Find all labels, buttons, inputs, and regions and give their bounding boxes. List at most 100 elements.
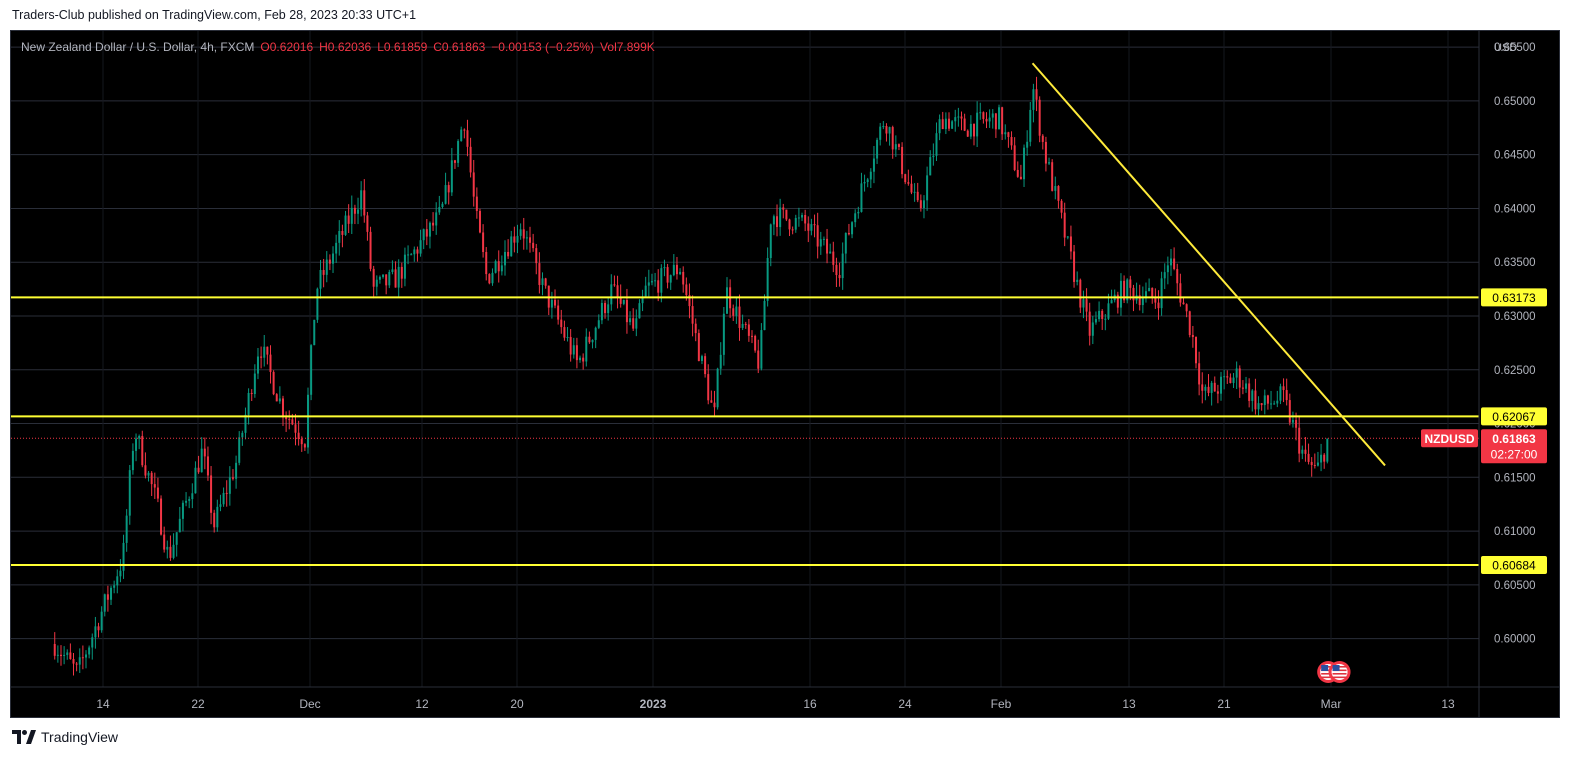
candle-body <box>794 217 797 230</box>
price-tick-label: 0.60000 <box>1494 634 1536 646</box>
candle-body <box>851 222 854 235</box>
candle-body <box>766 257 769 301</box>
candle-body <box>269 354 272 372</box>
event-markers[interactable] <box>1317 661 1351 683</box>
candle-body <box>638 303 641 319</box>
us-flag-icon[interactable] <box>1328 661 1351 683</box>
candle-body <box>838 275 841 279</box>
candle-body <box>557 305 560 320</box>
candle-body <box>710 400 713 403</box>
candle-body <box>1069 236 1072 252</box>
candle <box>1126 278 1129 304</box>
candle-body <box>1051 162 1054 191</box>
candle-body <box>679 271 682 275</box>
candle-body <box>625 299 628 323</box>
candle-body <box>1132 287 1135 301</box>
candle-body <box>503 251 506 266</box>
candle-body <box>1088 311 1091 336</box>
candle-body <box>1091 322 1094 336</box>
flag-stripe <box>1332 676 1347 679</box>
candle <box>307 387 310 454</box>
time-tick-label: 21 <box>1217 697 1231 711</box>
candle-body <box>944 118 947 130</box>
candle-body <box>525 237 528 239</box>
candle-body <box>241 432 244 438</box>
price-chart[interactable]: 0.655000.650000.645000.640000.635000.630… <box>11 31 1559 717</box>
candle-body <box>1257 403 1260 410</box>
candle-body <box>225 492 228 494</box>
candle-body <box>1295 419 1298 428</box>
candle-body <box>779 207 782 228</box>
candle-body <box>266 346 269 355</box>
candle-body <box>303 444 306 448</box>
candle <box>160 495 163 536</box>
candle-body <box>560 319 563 328</box>
countdown-label: 02:27:00 <box>1491 447 1538 461</box>
candle-body <box>432 222 435 226</box>
candle-body <box>632 318 635 329</box>
candle-body <box>216 506 219 528</box>
candle-body <box>616 285 619 297</box>
candle-body <box>435 212 438 226</box>
price-tick-label: 0.62500 <box>1494 365 1536 377</box>
candle-body <box>413 249 416 255</box>
candle-body <box>375 279 378 287</box>
candle-body <box>72 659 75 664</box>
candle-body <box>1044 141 1047 164</box>
candle-body <box>816 225 819 247</box>
candle-body <box>1191 334 1194 338</box>
candle-body <box>85 654 88 658</box>
candle-body <box>250 392 253 395</box>
candle-body <box>181 502 184 519</box>
candle-body <box>969 123 972 137</box>
candle <box>457 139 460 168</box>
candle-body <box>247 392 250 415</box>
candle-body <box>741 323 744 328</box>
candle-body <box>1141 298 1144 306</box>
candle-body <box>666 267 669 283</box>
candle-body <box>310 345 313 395</box>
candle-body <box>450 160 453 193</box>
candle-body <box>650 281 653 283</box>
candle-body <box>291 419 294 425</box>
candle-body <box>847 232 850 235</box>
candle-body <box>610 284 613 305</box>
candle-body <box>932 155 935 158</box>
candle-body <box>244 414 247 433</box>
chart-frame[interactable]: 0.65500 0.65000 0.64500 0.64000 0.63500 0.630… <box>10 30 1560 718</box>
candle-body <box>919 200 922 209</box>
candle-body <box>91 637 94 648</box>
candle-body <box>1082 299 1085 308</box>
symbol-legend[interactable]: New Zealand Dollar / U.S. Dollar, 4h, FX… <box>21 40 655 54</box>
candle-body <box>879 126 882 140</box>
candle-body <box>441 203 444 207</box>
candle-body <box>510 236 513 257</box>
candle-body <box>59 654 62 657</box>
candle-body <box>866 179 869 183</box>
candle-body <box>344 215 347 235</box>
candle-body <box>1026 141 1029 148</box>
candle-body <box>175 532 178 545</box>
candle-body <box>1238 368 1241 388</box>
candle-body <box>797 217 800 219</box>
flag-canton <box>1321 665 1329 671</box>
candle <box>488 273 491 285</box>
candle-body <box>832 251 835 265</box>
candle-body <box>985 118 988 122</box>
candle-body <box>500 265 503 272</box>
candle-body <box>935 133 938 156</box>
legend-volume: Vol7.899K <box>600 40 655 54</box>
candle-body <box>469 146 472 173</box>
candle-body <box>682 271 685 285</box>
candle-body <box>319 269 322 289</box>
candle-body <box>554 299 557 306</box>
price-tick-label: 0.64000 <box>1494 203 1536 215</box>
candle-body <box>366 215 369 232</box>
candle-body <box>541 278 544 285</box>
candle-body <box>754 335 757 351</box>
candle-body <box>907 182 910 184</box>
candle-body <box>888 127 891 134</box>
candle-body <box>1210 382 1213 393</box>
candle-body <box>1154 297 1157 303</box>
candle-body <box>725 287 728 314</box>
